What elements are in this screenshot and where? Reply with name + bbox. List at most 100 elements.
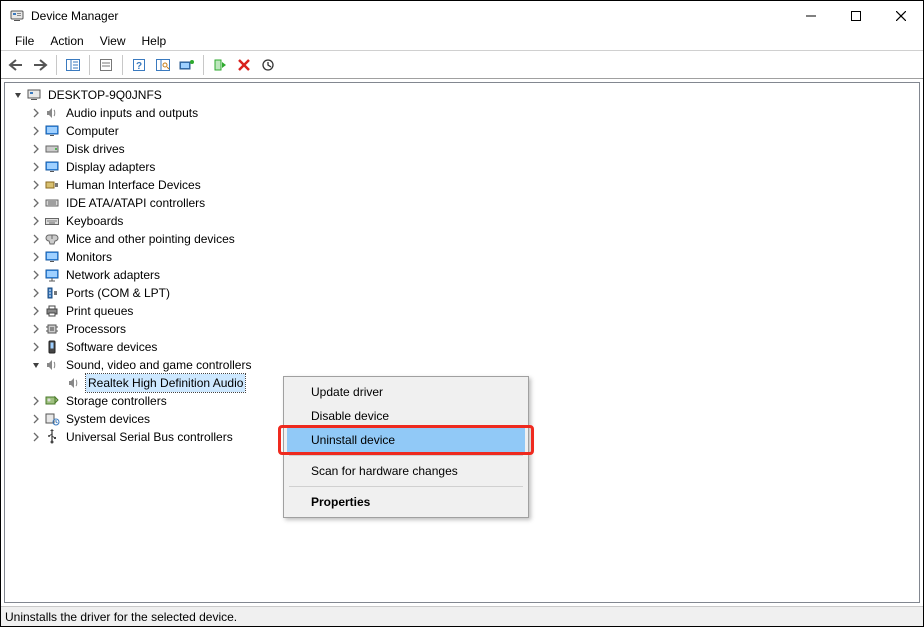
context-menu-update[interactable]: Update driver: [287, 380, 525, 404]
tree-category-mouse[interactable]: Mice and other pointing devices: [7, 230, 919, 248]
tree-root[interactable]: DESKTOP-9Q0JNFS: [7, 86, 919, 104]
software-icon: [44, 339, 60, 355]
window-title: Device Manager: [31, 9, 118, 23]
menu-file[interactable]: File: [7, 32, 42, 50]
context-menu-scan[interactable]: Scan for hardware changes: [287, 459, 525, 483]
menubar: File Action View Help: [1, 31, 923, 51]
tree-category-label[interactable]: Processors: [64, 320, 128, 338]
tree-category-label[interactable]: Monitors: [64, 248, 114, 266]
twisty-closed-icon[interactable]: [29, 178, 43, 192]
twisty-closed-icon[interactable]: [29, 106, 43, 120]
tree-category-label[interactable]: IDE ATA/ATAPI controllers: [64, 194, 207, 212]
tree-root-label[interactable]: DESKTOP-9Q0JNFS: [46, 86, 164, 104]
monitor-icon: [44, 123, 60, 139]
context-menu-uninstall[interactable]: Uninstall device: [287, 428, 525, 452]
twisty-closed-icon[interactable]: [29, 124, 43, 138]
update-driver-button[interactable]: [176, 54, 198, 76]
tree-category-ports[interactable]: Ports (COM & LPT): [7, 284, 919, 302]
tree-category-label[interactable]: Display adapters: [64, 158, 157, 176]
tree-category-monitors[interactable]: Monitors: [7, 248, 919, 266]
twisty-closed-icon[interactable]: [29, 430, 43, 444]
twisty-closed-icon[interactable]: [29, 214, 43, 228]
scan-hardware-button[interactable]: [152, 54, 174, 76]
toolbar-separator: [56, 55, 57, 75]
back-button[interactable]: [5, 54, 27, 76]
tree-category-label[interactable]: Ports (COM & LPT): [64, 284, 172, 302]
help-button[interactable]: ?: [128, 54, 150, 76]
twisty-closed-icon[interactable]: [29, 232, 43, 246]
menu-view[interactable]: View: [92, 32, 134, 50]
monitor-icon: [44, 249, 60, 265]
twisty-closed-icon[interactable]: [29, 322, 43, 336]
monitor-icon: [44, 159, 60, 175]
close-button[interactable]: [878, 1, 923, 31]
context-menu-disable[interactable]: Disable device: [287, 404, 525, 428]
usb-icon: [44, 429, 60, 445]
tree-category-processors[interactable]: Processors: [7, 320, 919, 338]
tree-category-label[interactable]: Audio inputs and outputs: [64, 104, 200, 122]
disable-device-button[interactable]: [257, 54, 279, 76]
toolbar: ?: [1, 51, 923, 79]
properties-button[interactable]: [95, 54, 117, 76]
tree-category-label[interactable]: Keyboards: [64, 212, 125, 230]
toolbar-separator: [122, 55, 123, 75]
tree-category-ide[interactable]: IDE ATA/ATAPI controllers: [7, 194, 919, 212]
twisty-closed-icon[interactable]: [29, 394, 43, 408]
tree-category-label[interactable]: Network adapters: [64, 266, 162, 284]
tree-category-label[interactable]: Disk drives: [64, 140, 127, 158]
tree-category-label[interactable]: System devices: [64, 410, 152, 428]
port-icon: [44, 285, 60, 301]
minimize-button[interactable]: [788, 1, 833, 31]
twisty-closed-icon[interactable]: [29, 250, 43, 264]
tree-category-keyboards[interactable]: Keyboards: [7, 212, 919, 230]
keyboard-icon: [44, 213, 60, 229]
mouse-icon: [44, 231, 60, 247]
tree-category-label[interactable]: Print queues: [64, 302, 135, 320]
statusbar: Uninstalls the driver for the selected d…: [1, 606, 923, 626]
twisty-closed-icon[interactable]: [29, 340, 43, 354]
show-hide-tree-button[interactable]: [62, 54, 84, 76]
twisty-closed-icon[interactable]: [29, 286, 43, 300]
tree-category-label[interactable]: Computer: [64, 122, 121, 140]
menu-help[interactable]: Help: [134, 32, 175, 50]
menu-action[interactable]: Action: [42, 32, 91, 50]
toolbar-separator: [89, 55, 90, 75]
twisty-closed-icon[interactable]: [29, 304, 43, 318]
forward-button[interactable]: [29, 54, 51, 76]
tree-category-svg[interactable]: Sound, video and game controllers: [7, 356, 919, 374]
statusbar-text: Uninstalls the driver for the selected d…: [5, 610, 237, 624]
printer-icon: [44, 303, 60, 319]
context-menu-separator: [289, 486, 523, 487]
tree-category-label[interactable]: Universal Serial Bus controllers: [64, 428, 235, 446]
tree-category-disk[interactable]: Disk drives: [7, 140, 919, 158]
twisty-closed-icon[interactable]: [29, 142, 43, 156]
tree-category-label[interactable]: Human Interface Devices: [64, 176, 203, 194]
uninstall-device-button[interactable]: [233, 54, 255, 76]
tree-category-network[interactable]: Network adapters: [7, 266, 919, 284]
tree-category-computer[interactable]: Computer: [7, 122, 919, 140]
twisty-closed-icon[interactable]: [29, 160, 43, 174]
speaker-icon: [66, 375, 82, 391]
tree-category-software[interactable]: Software devices: [7, 338, 919, 356]
tree-category-label[interactable]: Storage controllers: [64, 392, 169, 410]
enable-device-button[interactable]: [209, 54, 231, 76]
context-menu: Update driverDisable deviceUninstall dev…: [283, 376, 529, 518]
maximize-button[interactable]: [833, 1, 878, 31]
twisty-open-icon[interactable]: [29, 358, 43, 372]
tree-category-label[interactable]: Mice and other pointing devices: [64, 230, 237, 248]
tree-category-label[interactable]: Sound, video and game controllers: [64, 356, 253, 374]
twisty-closed-icon[interactable]: [29, 412, 43, 426]
device-tree[interactable]: DESKTOP-9Q0JNFSAudio inputs and outputsC…: [4, 82, 920, 603]
tree-category-display[interactable]: Display adapters: [7, 158, 919, 176]
tree-device-label[interactable]: Realtek High Definition Audio: [86, 374, 245, 392]
twisty-closed-icon[interactable]: [29, 196, 43, 210]
hid-icon: [44, 177, 60, 193]
tree-category-audio[interactable]: Audio inputs and outputs: [7, 104, 919, 122]
tree-category-hid[interactable]: Human Interface Devices: [7, 176, 919, 194]
tree-category-printq[interactable]: Print queues: [7, 302, 919, 320]
twisty-open-icon[interactable]: [11, 88, 25, 102]
twisty-closed-icon[interactable]: [29, 268, 43, 282]
context-menu-props[interactable]: Properties: [287, 490, 525, 514]
tree-category-label[interactable]: Software devices: [64, 338, 159, 356]
drive-icon: [44, 141, 60, 157]
